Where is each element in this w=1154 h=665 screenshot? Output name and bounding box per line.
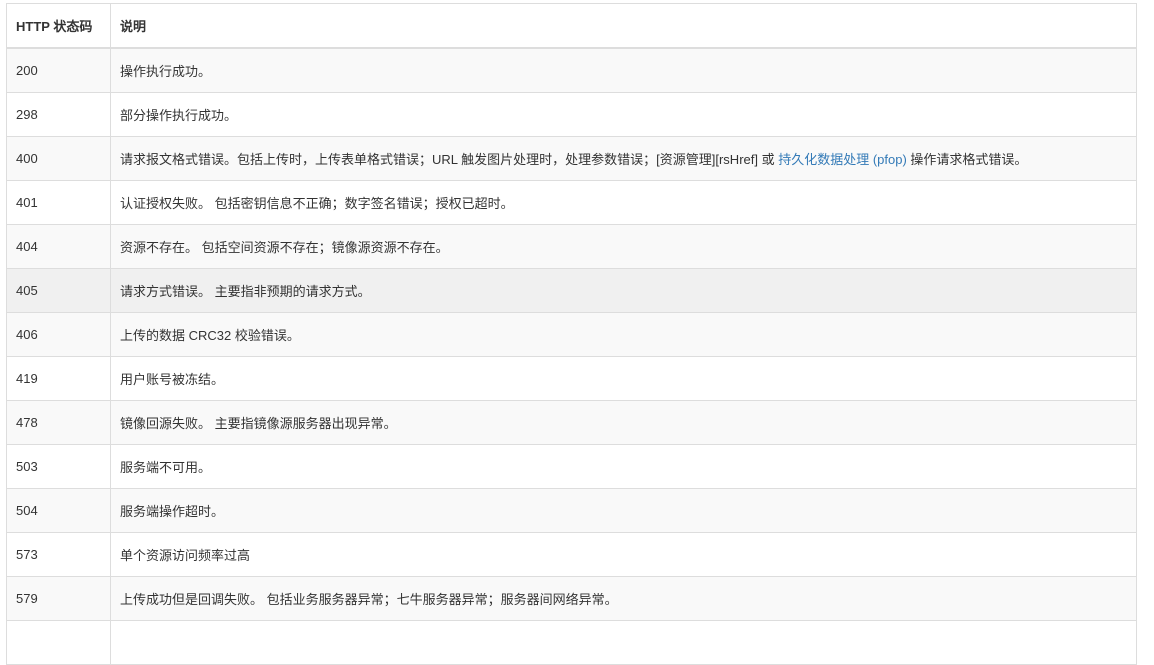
table-row-partial xyxy=(6,620,1137,665)
status-code-cell: 298 xyxy=(6,92,111,137)
description-cell: 服务端不可用。 xyxy=(110,444,1137,489)
description-cell: 服务端操作超时。 xyxy=(110,488,1137,533)
status-code-cell: 579 xyxy=(6,576,111,621)
table-row: 298 部分操作执行成功。 xyxy=(6,92,1137,137)
table-row: 503 服务端不可用。 xyxy=(6,444,1137,489)
status-code-table-container: HTTP 状态码 说明 200 操作执行成功。 298 部分操作执行成功。 40… xyxy=(6,3,1137,665)
table-row: 478 镜像回源失败。 主要指镜像源服务器出现异常。 xyxy=(6,400,1137,445)
table-row: 404 资源不存在。 包括空间资源不存在；镜像源资源不存在。 xyxy=(6,224,1137,269)
status-code-cell: 573 xyxy=(6,532,111,577)
status-code-cell: 406 xyxy=(6,312,111,357)
table-row: 401 认证授权失败。 包括密钥信息不正确；数字签名错误；授权已超时。 xyxy=(6,180,1137,225)
table-row: 400 请求报文格式错误。包括上传时，上传表单格式错误；URL 触发图片处理时，… xyxy=(6,136,1137,181)
description-cell: 操作执行成功。 xyxy=(110,47,1137,93)
status-code-cell: 504 xyxy=(6,488,111,533)
description-cell xyxy=(110,620,1137,665)
status-code-cell: 401 xyxy=(6,180,111,225)
table-row: 573 单个资源访问频率过高 xyxy=(6,532,1137,577)
status-code-cell: 400 xyxy=(6,136,111,181)
description-cell: 请求报文格式错误。包括上传时，上传表单格式错误；URL 触发图片处理时，处理参数… xyxy=(110,136,1137,181)
description-text: 操作请求格式错误。 xyxy=(906,152,1028,167)
description-cell: 上传成功但是回调失败。 包括业务服务器异常；七牛服务器异常；服务器间网络异常。 xyxy=(110,576,1137,621)
table-row: 504 服务端操作超时。 xyxy=(6,488,1137,533)
description-text: 请求报文格式错误。包括上传时，上传表单格式错误；URL 触发图片处理时，处理参数… xyxy=(120,152,779,167)
table-row: 405 请求方式错误。 主要指非预期的请求方式。 xyxy=(6,268,1137,313)
description-cell: 认证授权失败。 包括密钥信息不正确；数字签名错误；授权已超时。 xyxy=(110,180,1137,225)
header-description: 说明 xyxy=(110,3,1137,49)
header-http-status-code: HTTP 状态码 xyxy=(6,3,111,49)
table-header-row: HTTP 状态码 说明 xyxy=(6,3,1137,49)
table-row: 200 操作执行成功。 xyxy=(6,47,1137,93)
status-code-cell: 200 xyxy=(6,47,111,93)
status-code-cell: 419 xyxy=(6,356,111,401)
description-cell: 请求方式错误。 主要指非预期的请求方式。 xyxy=(110,268,1137,313)
status-code-cell: 503 xyxy=(6,444,111,489)
description-cell: 资源不存在。 包括空间资源不存在；镜像源资源不存在。 xyxy=(110,224,1137,269)
status-code-cell xyxy=(6,620,111,665)
description-cell: 部分操作执行成功。 xyxy=(110,92,1137,137)
status-code-cell: 404 xyxy=(6,224,111,269)
status-code-cell: 405 xyxy=(6,268,111,313)
description-cell: 镜像回源失败。 主要指镜像源服务器出现异常。 xyxy=(110,400,1137,445)
status-code-table: HTTP 状态码 说明 200 操作执行成功。 298 部分操作执行成功。 40… xyxy=(6,3,1137,665)
description-cell: 用户账号被冻结。 xyxy=(110,356,1137,401)
pfop-link[interactable]: 持久化数据处理 (pfop) xyxy=(778,152,907,167)
description-cell: 上传的数据 CRC32 校验错误。 xyxy=(110,312,1137,357)
table-row: 419 用户账号被冻结。 xyxy=(6,356,1137,401)
table-row: 579 上传成功但是回调失败。 包括业务服务器异常；七牛服务器异常；服务器间网络… xyxy=(6,576,1137,621)
status-code-cell: 478 xyxy=(6,400,111,445)
description-cell: 单个资源访问频率过高 xyxy=(110,532,1137,577)
table-row: 406 上传的数据 CRC32 校验错误。 xyxy=(6,312,1137,357)
